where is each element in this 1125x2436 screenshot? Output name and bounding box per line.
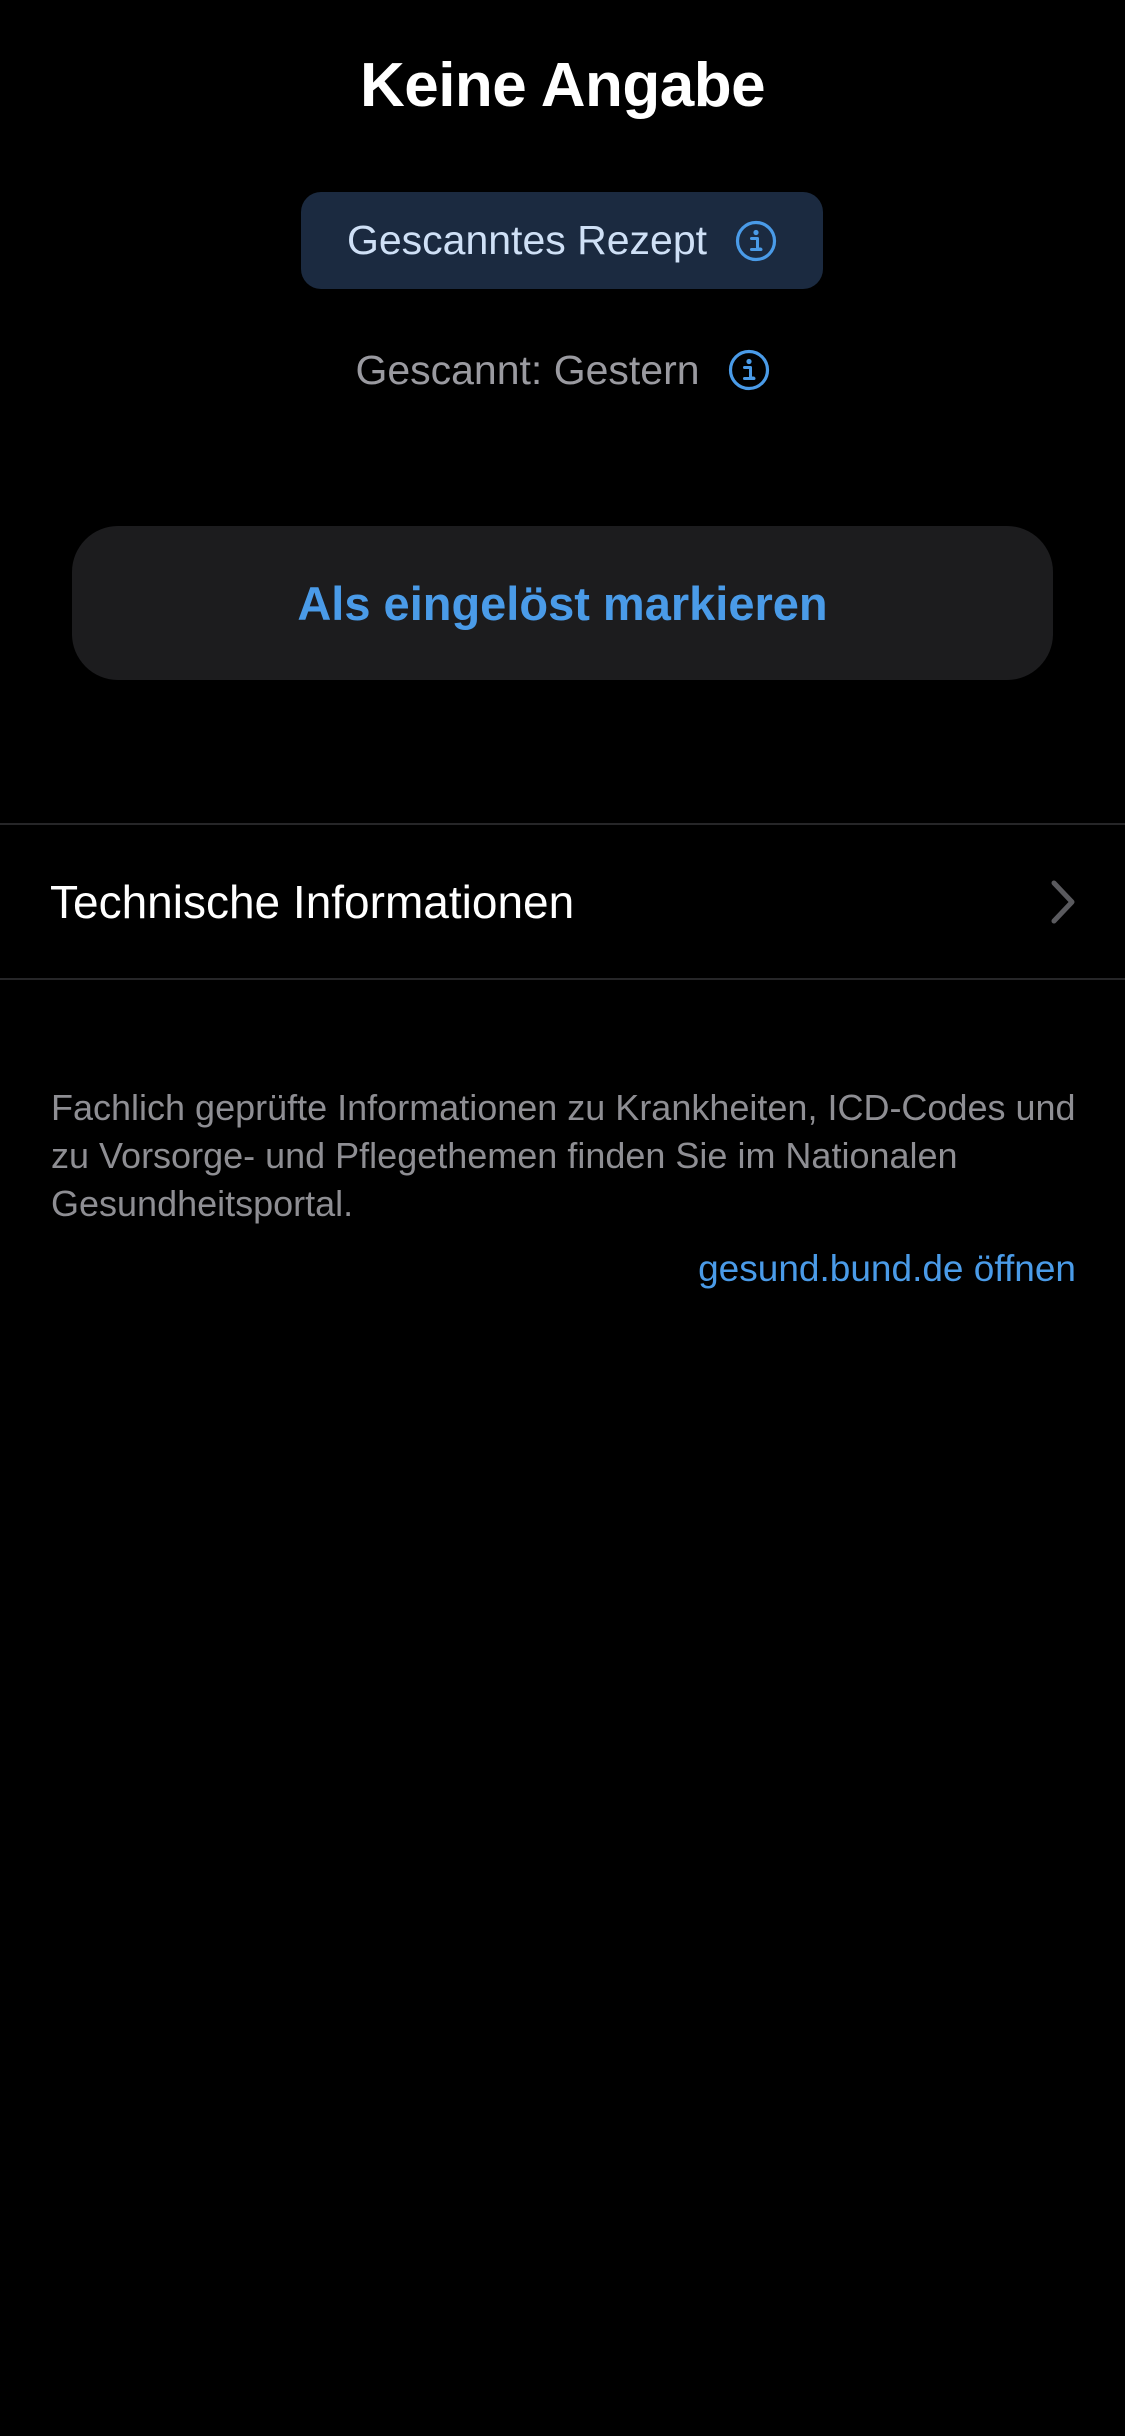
technical-info-label: Technische Informationen — [50, 876, 575, 928]
divider — [0, 823, 1125, 825]
scan-date-label: Gescannt: Gestern — [355, 346, 700, 393]
mark-redeemed-label: Als eingelöst markieren — [297, 576, 828, 630]
mark-redeemed-button[interactable]: Als eingelöst markieren — [72, 526, 1053, 680]
scan-date-row: Gescannt: Gestern — [0, 338, 1125, 402]
health-portal-info-text: Fachlich geprüfte Informationen zu Krank… — [51, 1087, 1076, 1224]
technical-info-row[interactable]: Technische Informationen — [0, 826, 1125, 978]
info-circle-icon[interactable] — [735, 220, 777, 262]
scanned-prescription-chip[interactable]: Gescanntes Rezept — [301, 192, 823, 289]
page-title: Keine Angabe — [359, 51, 766, 120]
scanned-prescription-label: Gescanntes Rezept — [346, 217, 708, 263]
chevron-right-icon — [1051, 880, 1075, 924]
divider — [0, 978, 1125, 980]
open-health-portal-link[interactable]: gesund.bund.de öffnen — [698, 1248, 1076, 1290]
info-circle-icon[interactable] — [728, 349, 770, 391]
